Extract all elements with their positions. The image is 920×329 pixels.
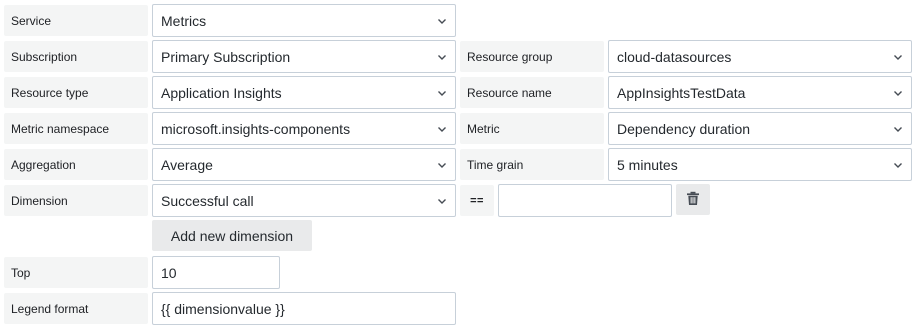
add-new-dimension-button[interactable]: Add new dimension <box>152 220 312 251</box>
resource-name-label: Resource name <box>460 77 604 108</box>
chevron-down-icon <box>429 5 455 36</box>
subscription-value: Primary Subscription <box>161 48 291 65</box>
dimension-select[interactable]: Successful call <box>152 184 456 217</box>
resource-name-value: AppInsightsTestData <box>617 84 746 101</box>
metric-namespace-select[interactable]: microsoft.insights-components <box>152 112 456 145</box>
legend-format-value: {{ dimensionvalue }} <box>161 300 285 317</box>
resource-group-value: cloud-datasources <box>617 48 732 65</box>
service-select[interactable]: Metrics <box>152 4 456 37</box>
resource-group-select[interactable]: cloud-datasources <box>608 40 912 73</box>
legend-format-label: Legend format <box>4 293 148 324</box>
service-value: Metrics <box>161 12 207 29</box>
aggregation-select[interactable]: Average <box>152 148 456 181</box>
legend-format-input[interactable]: {{ dimensionvalue }} <box>152 292 456 325</box>
dimension-value: Successful call <box>161 192 254 209</box>
metric-label: Metric <box>460 113 604 144</box>
resource-type-value: Application Insights <box>161 84 282 101</box>
chevron-down-icon <box>885 113 911 144</box>
time-grain-label: Time grain <box>460 149 604 180</box>
aggregation-label: Aggregation <box>4 149 148 180</box>
chevron-down-icon <box>429 113 455 144</box>
time-grain-select[interactable]: 5 minutes <box>608 148 912 181</box>
dimension-filter-input[interactable] <box>498 184 672 217</box>
delete-dimension-button[interactable] <box>676 184 710 215</box>
aggregation-value: Average <box>161 156 213 173</box>
metric-value: Dependency duration <box>617 120 751 137</box>
top-value: 10 <box>161 264 177 281</box>
metric-namespace-value: microsoft.insights-components <box>161 120 351 137</box>
metric-select[interactable]: Dependency duration <box>608 112 912 145</box>
chevron-down-icon <box>885 149 911 180</box>
resource-group-label: Resource group <box>460 41 604 72</box>
metric-namespace-label: Metric namespace <box>4 113 148 144</box>
trash-icon <box>686 191 700 209</box>
resource-type-label: Resource type <box>4 77 148 108</box>
chevron-down-icon <box>885 41 911 72</box>
operator-label: == <box>460 185 494 216</box>
resource-name-select[interactable]: AppInsightsTestData <box>608 76 912 109</box>
chevron-down-icon <box>429 185 455 216</box>
resource-type-select[interactable]: Application Insights <box>152 76 456 109</box>
chevron-down-icon <box>885 77 911 108</box>
top-label: Top <box>4 257 148 288</box>
dimension-label: Dimension <box>4 185 148 216</box>
subscription-select[interactable]: Primary Subscription <box>152 40 456 73</box>
top-input[interactable]: 10 <box>152 256 280 289</box>
chevron-down-icon <box>429 41 455 72</box>
time-grain-value: 5 minutes <box>617 156 678 173</box>
subscription-label: Subscription <box>4 41 148 72</box>
chevron-down-icon <box>429 149 455 180</box>
chevron-down-icon <box>429 77 455 108</box>
service-label: Service <box>4 5 148 36</box>
